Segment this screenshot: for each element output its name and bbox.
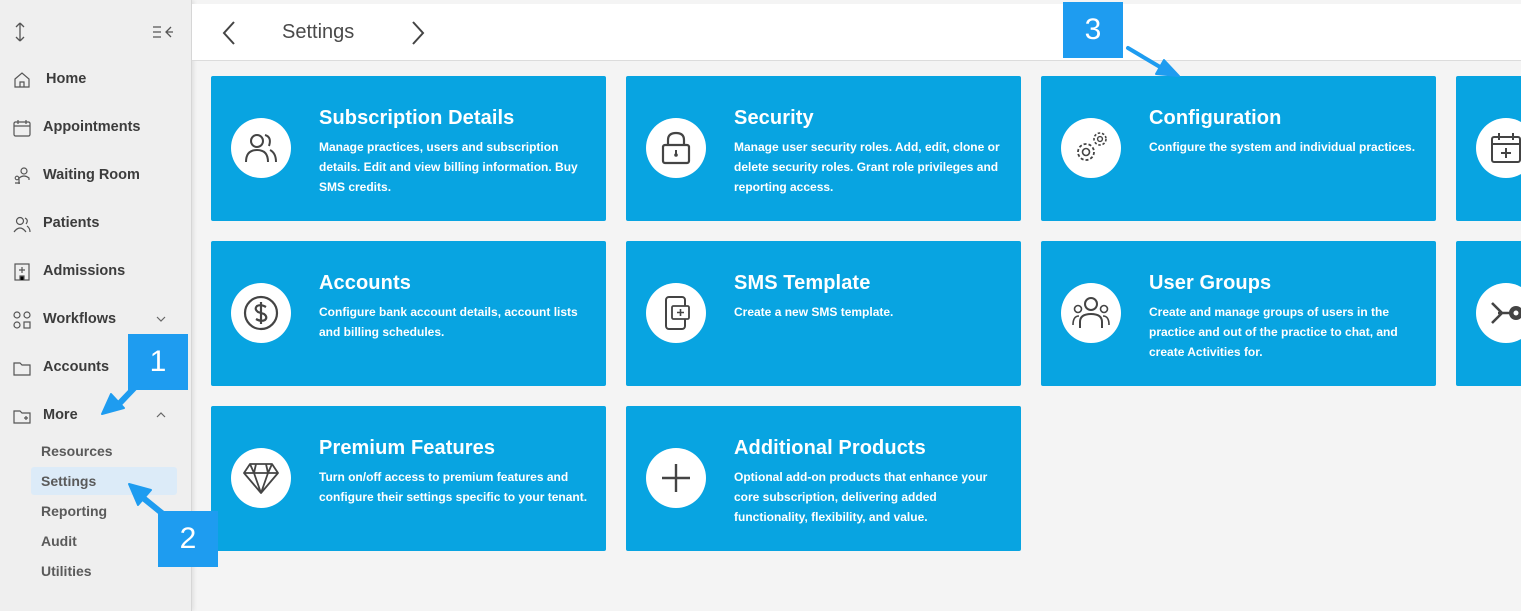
sidebar-subitem-settings[interactable]: Settings: [31, 467, 177, 495]
workflows-icon: [12, 310, 32, 330]
card-title: Configuration: [1149, 107, 1282, 129]
phone-message-icon: [646, 283, 706, 343]
page-header: Settings: [192, 4, 1521, 61]
card-title: Security: [734, 107, 814, 129]
card-security[interactable]: Security Manage user security roles. Add…: [626, 76, 1021, 221]
calendar-plus-icon: [1476, 118, 1521, 178]
card-partial-integration[interactable]: [1456, 241, 1521, 386]
home-icon: [12, 70, 32, 90]
card-title: SMS Template: [734, 272, 871, 294]
collapse-sidebar-icon[interactable]: [152, 20, 174, 49]
card-description: Create and manage groups of users in the…: [1149, 305, 1398, 359]
sidebar-subitem-resources[interactable]: Resources: [31, 437, 177, 465]
chevron-left-icon[interactable]: [220, 20, 240, 51]
card-configuration[interactable]: Configuration Configure the system and i…: [1041, 76, 1436, 221]
card-sms-template[interactable]: SMS Template Create a new SMS template.: [626, 241, 1021, 386]
card-title: Accounts: [319, 272, 411, 294]
card-description: Configure bank account details, account …: [319, 305, 578, 339]
sidebar-item-label: Patients: [43, 215, 100, 231]
sidebar-item-home[interactable]: Home: [0, 60, 192, 100]
annotation-arrowhead-3: [1155, 59, 1180, 77]
sidebar-subitem-audit[interactable]: Audit: [31, 527, 177, 555]
sidebar-item-admissions[interactable]: Admissions: [0, 252, 192, 292]
lock-icon: [646, 118, 706, 178]
card-partial-calendar[interactable]: [1456, 76, 1521, 221]
dollar-icon: [231, 283, 291, 343]
card-title: Additional Products: [734, 437, 926, 459]
user-group-icon: [1061, 283, 1121, 343]
annotation-badge-1: 1: [128, 334, 188, 390]
sidebar-item-label: Waiting Room: [43, 167, 140, 183]
annotation-badge-3: 3: [1063, 2, 1123, 58]
card-description: Optional add-on products that enhance yo…: [734, 470, 988, 524]
card-accounts[interactable]: Accounts Configure bank account details,…: [211, 241, 606, 386]
diamond-icon: [231, 448, 291, 508]
reorder-arrows-icon[interactable]: [12, 20, 28, 49]
card-title: User Groups: [1149, 272, 1272, 294]
sidebar-item-waiting-room[interactable]: Waiting Room: [0, 156, 192, 196]
waiting-room-icon: [12, 166, 32, 186]
sidebar-item-label: Home: [46, 71, 87, 87]
card-title: Premium Features: [319, 437, 496, 459]
sidebar-subitem-utilities[interactable]: Utilities: [31, 557, 177, 585]
page-title: Settings: [282, 21, 355, 43]
sidebar-top: [12, 20, 174, 44]
folder-icon: [12, 358, 32, 378]
annotation-badge-2: 2: [158, 511, 218, 567]
users-icon: [231, 118, 291, 178]
chevron-down-icon[interactable]: [154, 312, 168, 326]
sidebar-item-label: Accounts: [43, 359, 110, 375]
patients-icon: [12, 214, 32, 234]
card-description: Turn on/off access to premium features a…: [319, 470, 588, 504]
sidebar-subitem-reporting[interactable]: Reporting: [31, 497, 177, 525]
card-title: Subscription Details: [319, 107, 515, 129]
sidebar-item-label: Admissions: [43, 263, 126, 279]
folder-plus-icon: [12, 406, 32, 426]
sidebar-item-appointments[interactable]: Appointments: [0, 108, 192, 148]
card-description: Manage practices, users and subscription…: [319, 140, 578, 194]
sidebar-item-label: More: [43, 407, 78, 423]
sidebar-item-more[interactable]: More: [0, 396, 192, 436]
card-description: Configure the system and individual prac…: [1149, 140, 1416, 154]
card-premium-features[interactable]: Premium Features Turn on/off access to p…: [211, 406, 606, 551]
chevron-right-icon[interactable]: [407, 20, 427, 51]
sidebar-item-patients[interactable]: Patients: [0, 204, 192, 244]
sidebar-item-label: Workflows: [43, 311, 117, 327]
chevron-up-icon[interactable]: [154, 408, 168, 422]
card-description: Create a new SMS template.: [734, 305, 894, 319]
card-subscription-details[interactable]: Subscription Details Manage practices, u…: [211, 76, 606, 221]
sidebar-item-label: Appointments: [43, 119, 141, 135]
plus-icon: [646, 448, 706, 508]
card-additional-products[interactable]: Additional Products Optional add-on prod…: [626, 406, 1021, 551]
calendar-icon: [12, 118, 32, 138]
gears-icon: [1061, 118, 1121, 178]
arrow-into-gear-icon: [1476, 283, 1521, 343]
card-user-groups[interactable]: User Groups Create and manage groups of …: [1041, 241, 1436, 386]
admissions-icon: [12, 262, 32, 282]
card-description: Manage user security roles. Add, edit, c…: [734, 140, 1000, 194]
